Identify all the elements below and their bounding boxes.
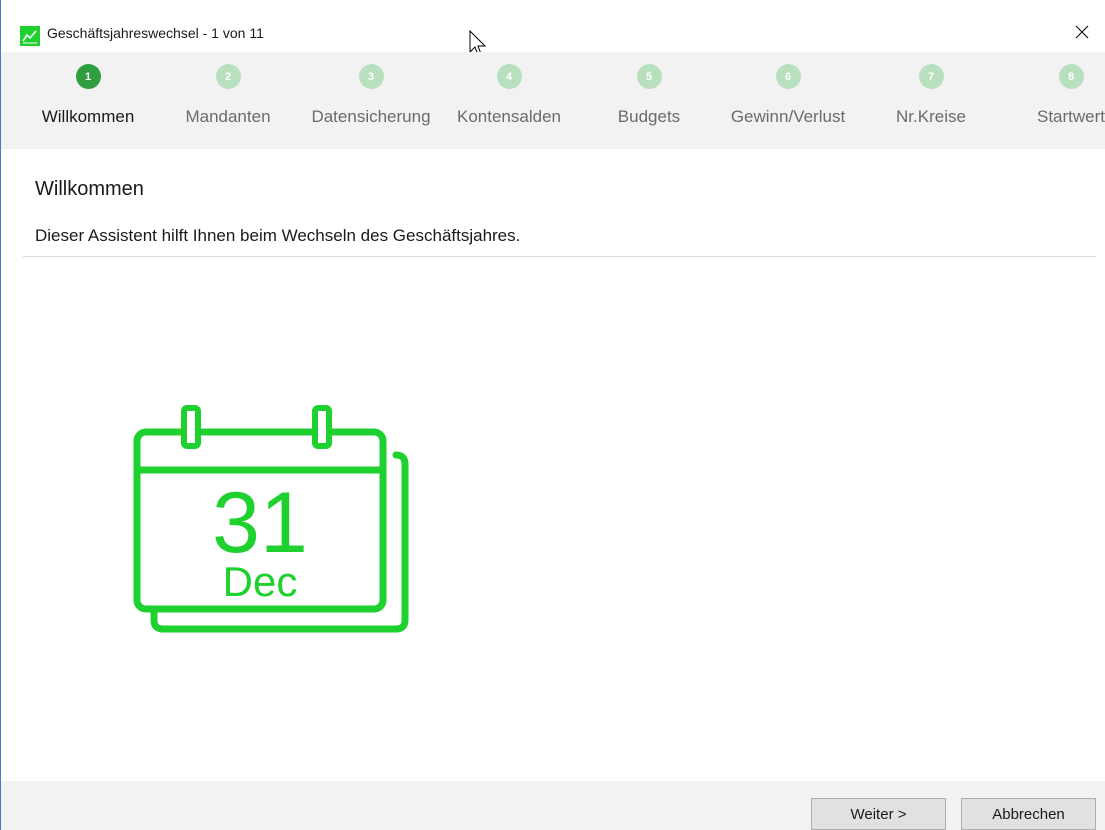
step-mandanten[interactable]: 2 Mandanten <box>171 52 285 149</box>
step-label: Datensicherung <box>311 107 431 126</box>
step-label: Mandanten <box>185 107 271 126</box>
step-gewinn-verlust[interactable]: 6 Gewinn/Verlust <box>719 52 857 149</box>
step-startwert[interactable]: 8 Startwert <box>1021 52 1105 149</box>
divider <box>23 256 1096 257</box>
step-label: Kontensalden <box>457 107 561 126</box>
wizard-window: Geschäftsjahreswechsel - 1 von 11 1 Will… <box>0 0 1105 830</box>
cancel-button[interactable]: Abbrechen <box>961 798 1096 830</box>
step-number-circle: 4 <box>496 64 522 89</box>
calendar-icon: 31 Dec <box>133 405 409 633</box>
step-label: Budgets <box>617 107 681 126</box>
title-bar: Geschäftsjahreswechsel - 1 von 11 <box>1 0 1105 52</box>
next-button[interactable]: Weiter > <box>811 798 946 830</box>
wizard-steps: 1 Willkommen 2 Mandanten 3 Datensicherun… <box>1 52 1105 149</box>
step-number-circle: 8 <box>1058 64 1084 89</box>
close-icon <box>1075 25 1089 39</box>
calendar-day: 31 <box>212 475 308 571</box>
step-number-circle: 6 <box>775 64 801 89</box>
step-datensicherung[interactable]: 3 Datensicherung <box>301 52 441 149</box>
close-button[interactable] <box>1059 12 1105 52</box>
step-kontensalden[interactable]: 4 Kontensalden <box>447 52 571 149</box>
step-label: Nr.Kreise <box>896 107 966 126</box>
step-number-circle: 2 <box>215 64 241 89</box>
step-number-circle: 5 <box>636 64 662 89</box>
page-description: Dieser Assistent hilft Ihnen beim Wechse… <box>35 226 521 245</box>
page-title: Willkommen <box>35 178 144 200</box>
step-label: Startwert <box>1036 107 1105 126</box>
step-number-circle: 1 <box>75 64 101 89</box>
step-number-circle: 3 <box>358 64 384 89</box>
calendar-month: Dec <box>223 558 298 605</box>
step-label: Gewinn/Verlust <box>730 107 846 126</box>
step-label: Willkommen <box>41 107 135 126</box>
step-nr-kreise[interactable]: 7 Nr.Kreise <box>881 52 981 149</box>
step-willkommen[interactable]: 1 Willkommen <box>31 52 145 149</box>
window-title: Geschäftsjahreswechsel - 1 von 11 <box>47 25 264 41</box>
step-budgets[interactable]: 5 Budgets <box>599 52 699 149</box>
chart-icon <box>20 26 40 46</box>
step-number-circle: 7 <box>918 64 944 89</box>
